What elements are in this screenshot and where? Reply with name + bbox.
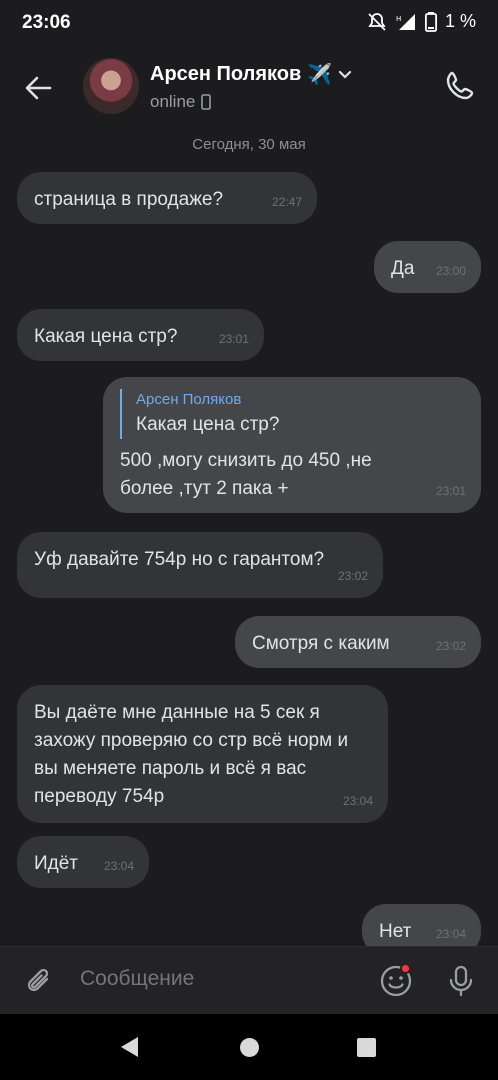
message-incoming[interactable]: страница в продаже? 22:47	[17, 172, 317, 224]
chat-header: Арсен Поляков ✈️ online	[0, 48, 498, 128]
system-navigation-bar	[0, 1014, 498, 1080]
do-not-disturb-icon	[368, 12, 386, 31]
contact-status: online	[150, 92, 212, 112]
message-time: 23:01	[435, 484, 466, 498]
online-status: online	[150, 92, 196, 111]
reply-quote[interactable]: Арсен Поляков Какая цена стр?	[120, 389, 464, 439]
message-time: 23:04	[435, 927, 466, 941]
paperclip-icon	[27, 968, 49, 992]
message-time: 23:02	[337, 569, 368, 583]
back-button[interactable]	[18, 68, 58, 108]
attach-button[interactable]	[20, 962, 58, 1000]
message-text: Вы даёте мне данные на 5 сек я захожу пр…	[34, 702, 349, 807]
airplane-icon: ✈️	[307, 64, 333, 86]
status-bar: 23:06 H 1 %	[0, 0, 498, 48]
message-composer	[0, 946, 498, 1014]
message-text: Да	[391, 258, 415, 279]
message-outgoing[interactable]: Смотря с каким 23:02	[235, 616, 481, 668]
battery-percent: 1 %	[444, 11, 476, 31]
contact-name[interactable]: Арсен Поляков ✈️	[150, 62, 352, 87]
nav-home-icon[interactable]	[240, 1038, 259, 1057]
message-input[interactable]	[80, 967, 340, 991]
svg-text:H: H	[396, 15, 401, 23]
message-outgoing-with-reply[interactable]: Арсен Поляков Какая цена стр? 500 ,могу …	[103, 377, 481, 513]
call-button[interactable]	[440, 66, 480, 106]
contact-name-text: Арсен Поляков	[150, 63, 302, 85]
message-text: страница в продаже?	[34, 189, 224, 210]
message-text: Смотря с каким	[252, 633, 390, 654]
message-time: 23:00	[435, 264, 466, 278]
nav-recent-apps-icon[interactable]	[357, 1038, 376, 1057]
reply-text: Какая цена стр?	[136, 414, 280, 435]
chevron-down-icon	[339, 70, 352, 79]
reply-author: Арсен Поляков	[136, 391, 242, 408]
message-incoming[interactable]: Вы даёте мне данные на 5 сек я захожу пр…	[17, 685, 388, 823]
message-outgoing[interactable]: Да 23:00	[374, 241, 481, 293]
message-incoming[interactable]: Какая цена стр? 23:01	[17, 309, 264, 361]
battery-icon	[424, 11, 437, 32]
message-time: 23:04	[103, 859, 134, 873]
message-time: 22:47	[271, 195, 302, 209]
message-text: 500 ,могу снизить до 450 ,не более ,тут …	[120, 450, 372, 499]
message-time: 23:04	[342, 794, 373, 808]
message-outgoing[interactable]: Нет 23:04	[362, 904, 481, 946]
message-incoming[interactable]: Идёт 23:04	[17, 836, 149, 888]
nav-back-icon[interactable]	[120, 1036, 140, 1058]
mobile-device-icon	[201, 94, 212, 110]
date-separator: Сегодня, 30 мая	[192, 136, 306, 153]
message-text: Идёт	[34, 853, 79, 874]
signal-icon: H	[396, 13, 415, 30]
microphone-icon	[449, 965, 473, 997]
message-text: Какая цена стр?	[34, 326, 178, 347]
message-list[interactable]: Сегодня, 30 мая страница в продаже? 22:4…	[0, 128, 498, 946]
back-arrow-icon	[25, 76, 52, 100]
status-time: 23:06	[22, 12, 71, 33]
voice-message-button[interactable]	[442, 962, 480, 1000]
message-time: 23:01	[218, 332, 249, 346]
avatar[interactable]	[83, 58, 139, 114]
phone-icon	[446, 71, 474, 100]
message-text: Нет	[379, 921, 412, 942]
message-incoming[interactable]: Уф давайте 754р но с гарантом? 23:02	[17, 532, 383, 598]
message-time: 23:02	[435, 639, 466, 653]
status-icons: H 1 %	[367, 11, 476, 32]
notification-dot	[400, 963, 411, 974]
message-text: Уф давайте 754р но с гарантом?	[34, 549, 325, 570]
